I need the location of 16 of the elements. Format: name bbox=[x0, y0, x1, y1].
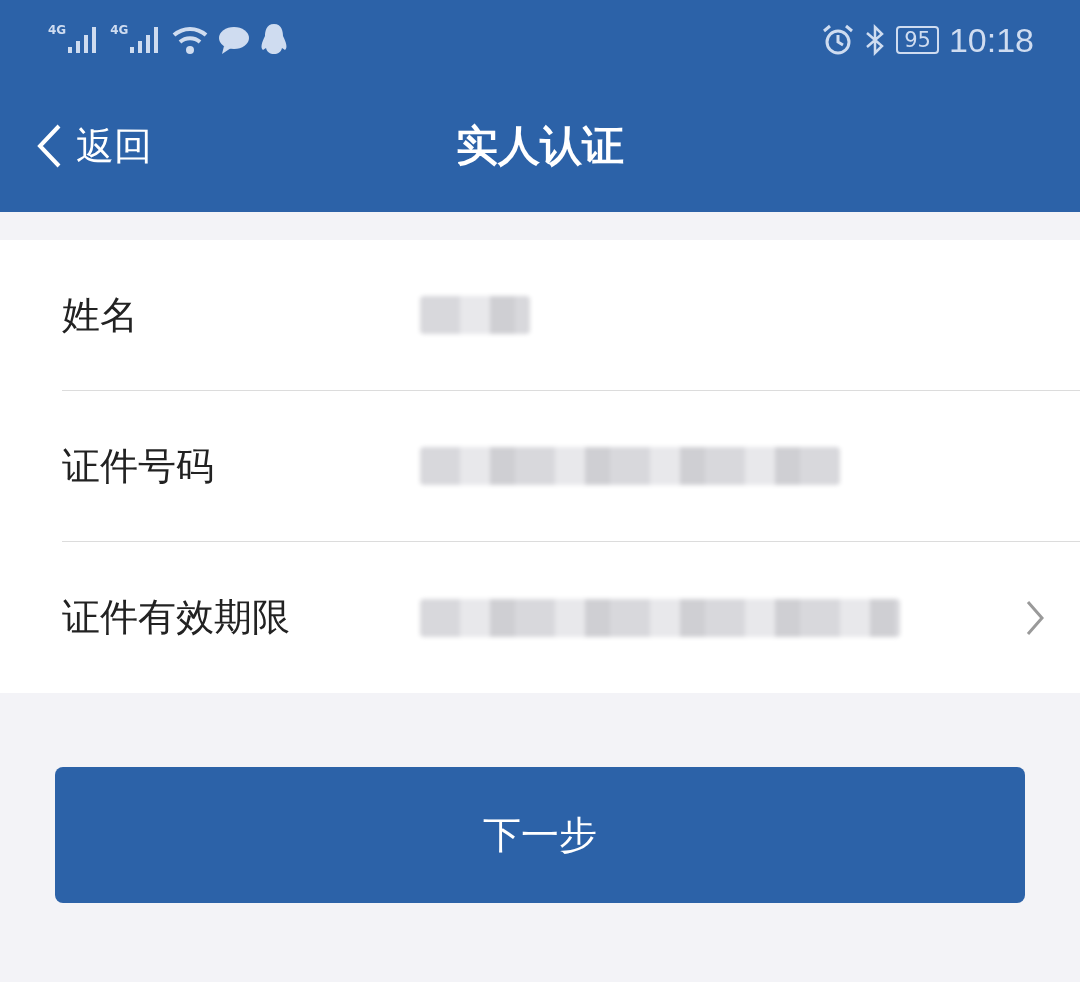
clock-time: 10:18 bbox=[948, 20, 1034, 60]
network-label: 4G bbox=[48, 23, 67, 37]
field-label: 姓名 bbox=[62, 291, 139, 339]
field-label: 证件号码 bbox=[62, 442, 215, 490]
field-label: 证件有效期限 bbox=[62, 594, 291, 641]
network-label: 4G bbox=[110, 23, 129, 37]
next-button[interactable]: 下一步 bbox=[55, 767, 1025, 903]
battery-level: 95 bbox=[896, 26, 939, 54]
chevron-icon[interactable] bbox=[1026, 599, 1044, 636]
alarm-icon bbox=[822, 24, 855, 56]
wifi-icon bbox=[172, 25, 209, 55]
back-button[interactable]: 返回 bbox=[0, 119, 158, 173]
page-title: 实人认证 bbox=[455, 120, 625, 172]
back-icon bbox=[36, 124, 62, 168]
chat-icon bbox=[218, 26, 251, 54]
penguin-icon bbox=[260, 24, 289, 56]
